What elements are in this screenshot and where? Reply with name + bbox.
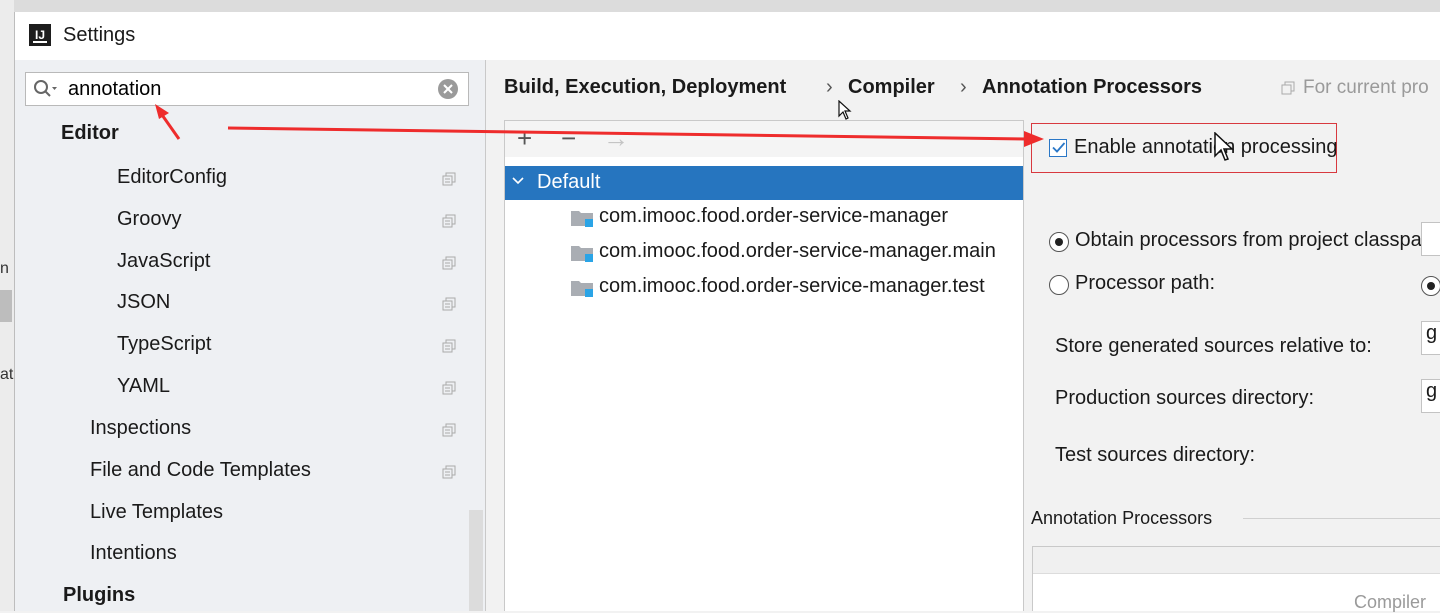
tree-item-editorconfig[interactable]: EditorConfig [117,166,227,189]
module-label: com.imooc.food.order-service-manager.tes… [599,275,985,297]
profiles-toolbar: + − → [505,121,1023,157]
tree-item-javascript[interactable]: JavaScript [117,250,210,273]
settings-search-box[interactable] [25,72,469,106]
tree-item-file-and-code-templates[interactable]: File and Code Templates [90,459,311,482]
project-scope-icon [442,423,456,437]
add-profile-button[interactable]: + [517,123,532,153]
project-scope-icon [442,381,456,395]
module-row[interactable]: com.imooc.food.order-service-manager [571,203,1023,233]
annotation-processors-section-title: Annotation Processors [1031,508,1213,528]
tree-item-inspections[interactable]: Inspections [90,417,191,440]
project-scope-icon [442,297,456,311]
project-scope-icon [442,256,456,270]
module-folder-icon [571,281,593,297]
project-scope-icon [1281,81,1295,95]
background-text-fragment: at [0,366,14,383]
tree-item-json[interactable]: JSON [117,291,170,314]
intellij-logo-icon: IJ [29,24,51,46]
breadcrumb-item-build: Build, Execution, Deployment [504,76,787,98]
check-icon [1052,142,1066,153]
processor-path-label[interactable]: Processor path: [1075,272,1215,295]
production-sources-field[interactable]: g [1421,321,1440,355]
sidebar-scrollbar[interactable] [469,510,483,611]
settings-dialog: IJ Settings Editor EditorConfig Groovy J [14,12,1440,612]
project-scope-icon [442,339,456,353]
processor-path-field[interactable] [1421,222,1440,256]
profile-default-label: Default [537,171,601,193]
breadcrumb-separator: › [826,76,833,98]
tree-item-yaml[interactable]: YAML [117,375,170,398]
tree-item-typescript[interactable]: TypeScript [117,333,211,356]
tree-item-plugins[interactable]: Plugins [63,584,135,607]
breadcrumb-item-annotation-processors: Annotation Processors [982,76,1203,98]
project-scope-icon [442,172,456,186]
enable-annotation-processing-label[interactable]: Enable annotation processing [1074,136,1338,159]
module-row[interactable]: com.imooc.food.order-service-manager.mai… [571,238,1023,268]
compiler-hint-text: Compiler [1354,592,1427,612]
test-sources-label: Test sources directory: [1055,444,1256,466]
tree-item-intentions[interactable]: Intentions [90,542,177,565]
background-window-strip [0,0,1440,12]
tree-item-live-templates[interactable]: Live Templates [90,501,223,524]
store-generated-sources-label: Store generated sources relative to: [1055,335,1372,357]
profiles-panel: + − → Default com.imooc.food.order-servi… [504,120,1024,611]
profile-default-row[interactable]: Default [505,166,1023,200]
project-scope-icon [442,465,456,479]
module-folder-icon [571,246,593,262]
move-to-profile-button[interactable]: → [603,123,629,153]
section-divider [1243,518,1440,519]
obtain-from-classpath-radio[interactable] [1049,232,1069,252]
chevron-down-icon[interactable] [511,174,525,188]
processor-path-radio[interactable] [1049,275,1069,295]
mouse-pointer-icon [838,100,852,120]
table-header [1033,547,1440,574]
breadcrumb-item-compiler: Compiler [848,76,935,98]
production-sources-label: Production sources directory: [1055,387,1315,409]
settings-sidebar: Editor EditorConfig Groovy JavaScript JS… [15,60,486,611]
store-relative-module-output-radio[interactable] [1421,276,1440,296]
module-label: com.imooc.food.order-service-manager.mai… [599,240,996,262]
clear-search-icon[interactable] [437,78,459,100]
obtain-from-classpath-label[interactable]: Obtain processors from project classpath [1075,229,1439,252]
for-current-project-label: For current pro [1303,77,1429,98]
window-title: Settings [63,24,136,46]
mouse-pointer-icon [1214,132,1234,161]
project-scope-icon [442,214,456,228]
remove-profile-button[interactable]: − [561,123,576,153]
tree-item-groovy[interactable]: Groovy [117,208,181,231]
module-row[interactable]: com.imooc.food.order-service-manager.tes… [571,273,1023,303]
title-bar: IJ Settings [15,12,1440,60]
tree-item-editor[interactable]: Editor [61,122,119,145]
search-input[interactable] [68,77,428,101]
module-label: com.imooc.food.order-service-manager [599,205,949,227]
test-sources-field[interactable]: g [1421,379,1440,413]
search-icon[interactable] [32,78,58,100]
background-block [0,290,12,322]
settings-content: Build, Execution, Deployment › Compiler … [486,60,1440,611]
background-text-fragment: n [0,260,9,277]
enable-annotation-processing-checkbox[interactable] [1049,139,1067,157]
enable-highlight-box: Enable annotation processing [1031,123,1338,173]
module-folder-icon [571,211,593,227]
breadcrumb-separator: › [960,76,967,98]
annotation-options: Enable annotation processing Obtain proc… [1031,120,1440,611]
